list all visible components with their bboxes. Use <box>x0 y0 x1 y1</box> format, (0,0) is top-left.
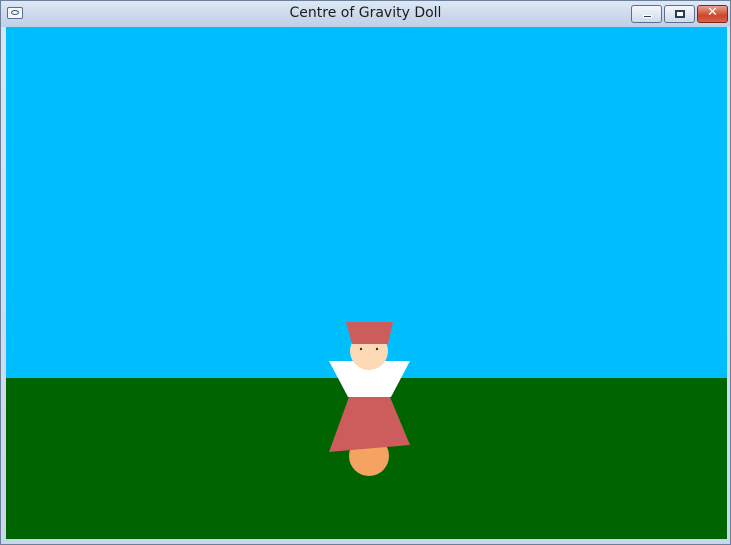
doll-left-eye <box>359 347 363 351</box>
window-title: Centre of Gravity Doll <box>289 5 442 21</box>
app-window: Centre of Gravity Doll ✕ <box>0 0 731 545</box>
maximize-icon <box>675 10 685 18</box>
doll-hat <box>346 322 393 344</box>
canvas-area[interactable] <box>6 27 727 539</box>
maximize-button[interactable] <box>664 5 695 23</box>
close-button[interactable]: ✕ <box>697 5 728 23</box>
minimize-button[interactable] <box>631 5 662 23</box>
title-bar[interactable]: Centre of Gravity Doll ✕ <box>1 1 730 27</box>
minimize-icon <box>643 15 652 18</box>
doll-skirt <box>329 397 410 452</box>
close-icon: ✕ <box>707 5 718 20</box>
doll-right-eye <box>375 347 379 351</box>
doll <box>329 322 410 476</box>
